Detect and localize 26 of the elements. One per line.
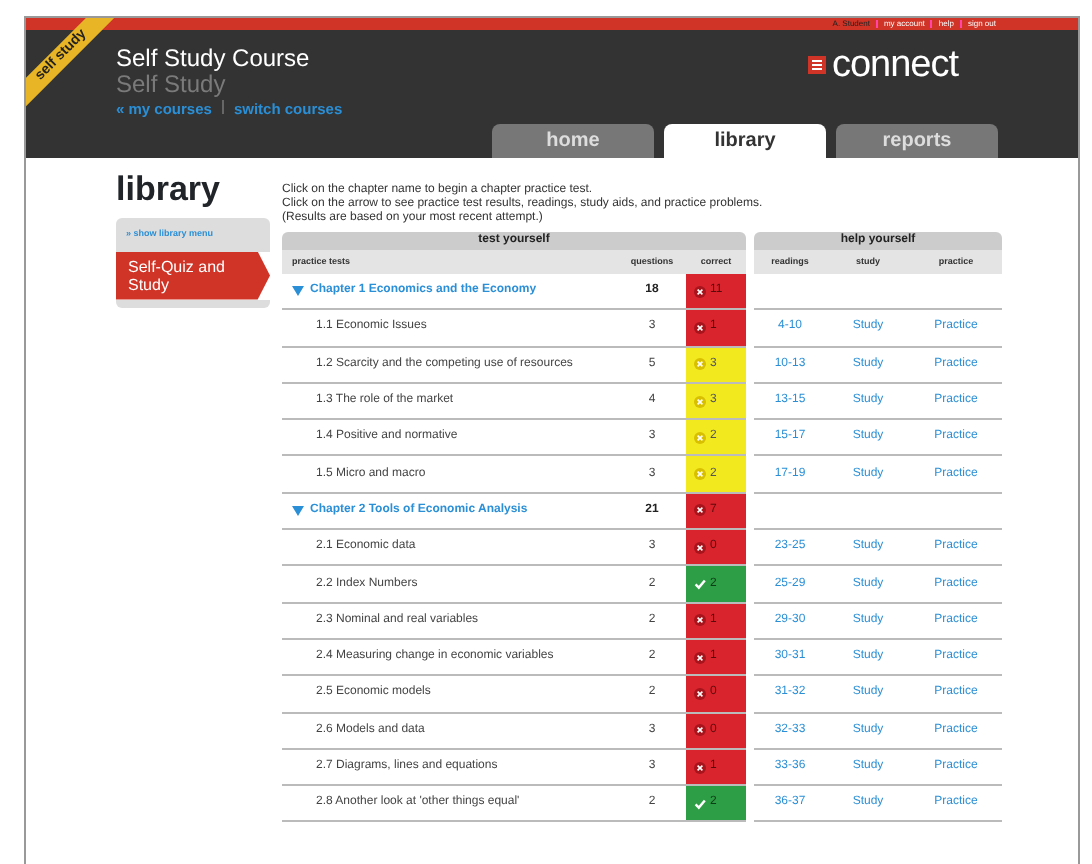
nav-tab[interactable]: library — [664, 124, 826, 158]
publisher-logo-icon — [807, 56, 826, 74]
wrong-icon — [694, 651, 706, 664]
check-icon — [694, 578, 706, 591]
wrong-icon — [694, 687, 706, 700]
check-icon — [694, 797, 706, 810]
nav-tab[interactable]: reports — [836, 124, 998, 158]
wrong-icon — [694, 395, 706, 408]
collapse-arrow-icon[interactable] — [292, 286, 304, 297]
wrong-icon — [694, 761, 706, 773]
logo-text: connect — [831, 46, 958, 84]
page-title: library — [116, 170, 222, 210]
wrong-icon — [694, 724, 706, 737]
nav-tab[interactable]: home — [492, 124, 654, 158]
course-subtitle: Self Study — [116, 72, 228, 96]
course-title: Self Study Course — [116, 46, 312, 72]
wrong-icon — [694, 431, 706, 444]
wrong-icon — [694, 504, 706, 517]
wrong-icon — [694, 468, 706, 481]
collapse-arrow-icon[interactable] — [292, 505, 304, 516]
wrong-icon — [694, 541, 706, 554]
wrong-icon — [694, 614, 706, 627]
sidebar-item[interactable]: Self-Quiz and Study — [116, 251, 270, 300]
wrong-icon — [694, 285, 706, 298]
wrong-icon — [694, 358, 706, 371]
wrong-icon — [694, 321, 706, 334]
